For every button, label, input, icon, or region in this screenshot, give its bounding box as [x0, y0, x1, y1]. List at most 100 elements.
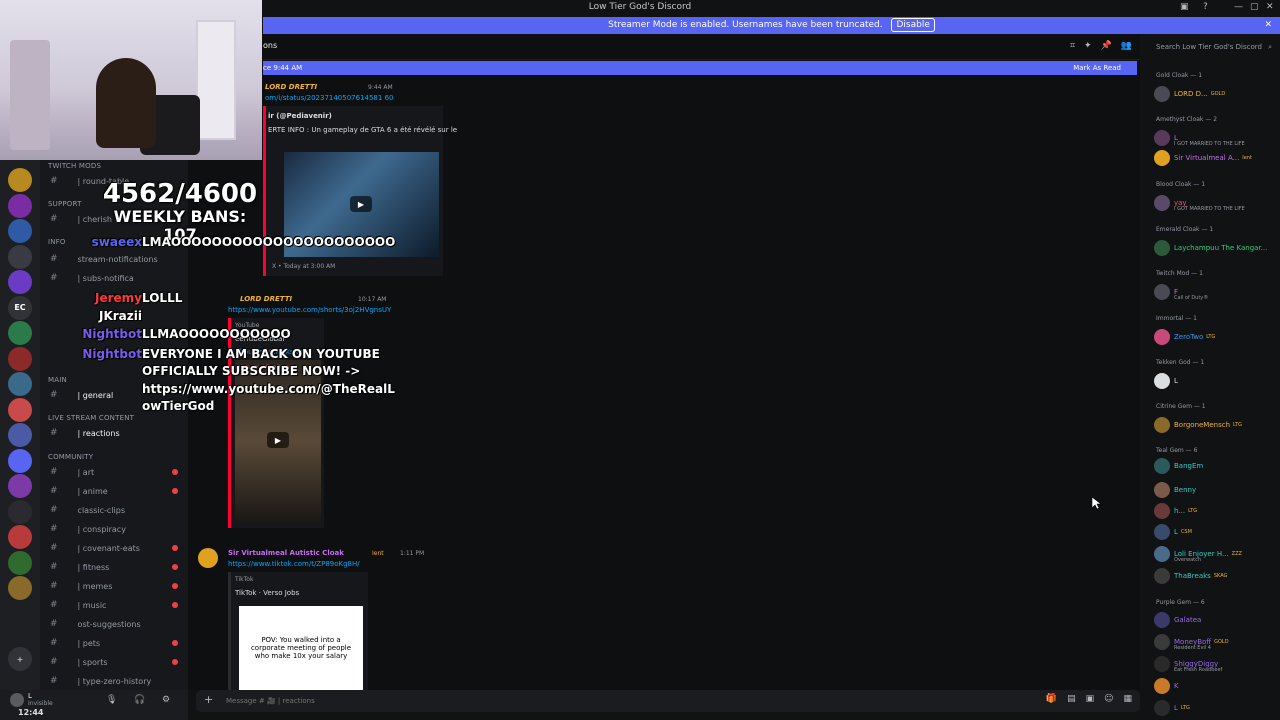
channel-ost-suggestions[interactable]: # ost-suggestions — [50, 617, 182, 631]
channel-sports[interactable]: # | sports — [50, 655, 182, 669]
message-input[interactable] — [226, 694, 826, 708]
avatar[interactable] — [1154, 503, 1170, 519]
close-window-button[interactable]: ✕ — [1266, 2, 1274, 12]
avatar[interactable] — [1154, 150, 1170, 166]
server-icon[interactable] — [8, 525, 32, 549]
avatar[interactable] — [1154, 612, 1170, 628]
disable-streamer-mode-button[interactable]: Disable — [891, 18, 935, 32]
add-attachment-button[interactable]: + — [204, 693, 213, 706]
category-live-stream-content[interactable]: LIVE STREAM CONTENT — [48, 414, 134, 422]
channel-anime[interactable]: # | anime — [50, 484, 182, 498]
server-icon[interactable] — [8, 448, 32, 473]
avatar[interactable] — [10, 693, 24, 707]
server-icon[interactable] — [8, 219, 32, 243]
server-icon[interactable] — [8, 193, 32, 218]
channel-reactions[interactable]: # | reactions — [50, 426, 182, 440]
message-link[interactable]: https://www.youtube.com/shorts/3oj2HVgns… — [228, 306, 391, 314]
search-input[interactable]: Search Low Tier God's Discord ⌕ — [1152, 41, 1276, 54]
headphones-icon[interactable]: 🎧 — [134, 695, 145, 705]
mic-icon[interactable]: 🎙 — [106, 695, 117, 705]
member-row[interactable]: Galatea — [1154, 612, 1201, 628]
message-author[interactable]: Sir Virtualmeal Autistic Cloak — [228, 549, 344, 557]
message-author[interactable]: LORD DRETTI — [265, 83, 317, 91]
gif-icon[interactable]: ▤ — [1067, 694, 1076, 704]
channel-covenant-eats[interactable]: # | covenant-eats — [50, 541, 182, 555]
inbox-icon[interactable]: ▣ — [1180, 2, 1189, 12]
server-icon[interactable] — [8, 576, 32, 600]
sticker-icon[interactable]: ▣ — [1086, 694, 1095, 704]
gear-icon[interactable]: ⚙ — [162, 695, 170, 705]
member-row[interactable]: MoneyBoff GOLD Resident Evil 4 — [1154, 634, 1229, 651]
member-row[interactable]: F Call of Duty® — [1154, 284, 1208, 301]
member-row[interactable]: h... LTG — [1154, 503, 1197, 519]
play-icon[interactable]: ▶ — [267, 432, 289, 448]
avatar[interactable] — [1154, 329, 1170, 345]
member-row[interactable]: Loli Enjoyer H... ZZZ Overwatch — [1154, 546, 1242, 563]
embed-video-thumbnail[interactable]: POV: You walked into a corporate meeting… — [239, 606, 363, 690]
avatar[interactable] — [1154, 195, 1170, 211]
thread-icon[interactable]: ⌗ — [1070, 41, 1075, 51]
avatar[interactable] — [1154, 86, 1170, 102]
message-link[interactable]: https://www.tiktok.com/t/ZP89oKg8H/ — [228, 560, 360, 568]
server-icon[interactable] — [8, 550, 32, 575]
avatar[interactable] — [1154, 634, 1170, 650]
category-community[interactable]: COMMUNITY — [48, 453, 93, 461]
minimize-button[interactable]: — — [1234, 2, 1243, 12]
member-row[interactable]: Sir Virtualmeal A... Ient — [1154, 150, 1252, 166]
message-author[interactable]: LORD DRETTI — [240, 295, 292, 303]
channel-music[interactable]: # | music — [50, 598, 182, 612]
member-row[interactable]: LORD D... GOLD — [1154, 86, 1225, 102]
avatar[interactable] — [1154, 458, 1170, 474]
server-icon[interactable] — [8, 244, 32, 269]
category-support[interactable]: SUPPORT — [48, 200, 82, 208]
server-icon[interactable] — [8, 423, 32, 447]
avatar[interactable] — [1154, 678, 1170, 694]
server-icon[interactable] — [8, 372, 32, 396]
avatar[interactable] — [1154, 656, 1170, 672]
server-icon[interactable] — [8, 397, 32, 422]
avatar[interactable] — [1154, 373, 1170, 389]
server-icon[interactable] — [8, 474, 32, 498]
server-icon[interactable] — [8, 499, 32, 524]
member-row[interactable]: L — [1154, 373, 1178, 389]
server-icon[interactable]: EC — [8, 295, 32, 320]
member-row[interactable]: Laychampuu The Kangar... — [1154, 240, 1267, 256]
avatar[interactable] — [1154, 284, 1170, 300]
member-row[interactable]: BorgoneMensch LTG — [1154, 417, 1242, 433]
banner-close-icon[interactable]: ✕ — [1264, 17, 1272, 34]
avatar[interactable] — [1154, 417, 1170, 433]
help-icon[interactable]: ? — [1203, 2, 1208, 12]
member-row[interactable]: ShiggyDiggy Eat Fresh Roadbeef — [1154, 656, 1222, 673]
server-icon[interactable] — [8, 321, 32, 345]
new-messages-bar[interactable]: ce 9:44 AM Mark As Read — [263, 61, 1137, 75]
member-row[interactable]: BangEm — [1154, 458, 1203, 474]
members-icon[interactable]: 👥 — [1121, 41, 1132, 51]
member-row[interactable]: LI GOT MARRIED TO THE LIFE — [1154, 130, 1245, 147]
channel-classic-clips[interactable]: # classic-clips — [50, 503, 182, 517]
channel-conspiracy[interactable]: # | conspiracy — [50, 522, 182, 536]
message-link[interactable]: om/i/status/20237140507614581 60 — [265, 94, 393, 102]
avatar[interactable] — [1154, 568, 1170, 584]
pin-icon[interactable]: 📌 — [1101, 41, 1112, 51]
member-row[interactable]: Benny — [1154, 482, 1196, 498]
server-icon[interactable] — [8, 270, 32, 294]
member-row[interactable]: ZeroTwo LTG — [1154, 329, 1215, 345]
server-icon[interactable] — [8, 168, 32, 192]
member-row[interactable]: ThaBreaks SKAG — [1154, 568, 1227, 584]
server-icon[interactable] — [8, 346, 32, 371]
avatar[interactable] — [1154, 130, 1170, 146]
channel-art[interactable]: # | art — [50, 465, 182, 479]
embed-title[interactable]: TikTok · Verso Jobs — [235, 589, 299, 597]
member-row[interactable]: K — [1154, 678, 1179, 694]
avatar[interactable] — [1154, 546, 1170, 562]
avatar[interactable] — [1154, 482, 1170, 498]
channel-pets[interactable]: # | pets — [50, 636, 182, 650]
channel-subs-notifications[interactable]: # | subs-notifica — [50, 271, 182, 285]
maximize-button[interactable]: ▢ — [1250, 2, 1259, 12]
avatar[interactable] — [1154, 700, 1170, 716]
apps-icon[interactable]: ▦ — [1123, 694, 1132, 704]
avatar[interactable] — [1154, 240, 1170, 256]
avatar[interactable] — [198, 548, 218, 568]
mark-as-read-button[interactable]: Mark As Read — [1073, 61, 1121, 75]
member-row[interactable]: yay I GOT MARRIED TO THE LIFE — [1154, 195, 1245, 212]
